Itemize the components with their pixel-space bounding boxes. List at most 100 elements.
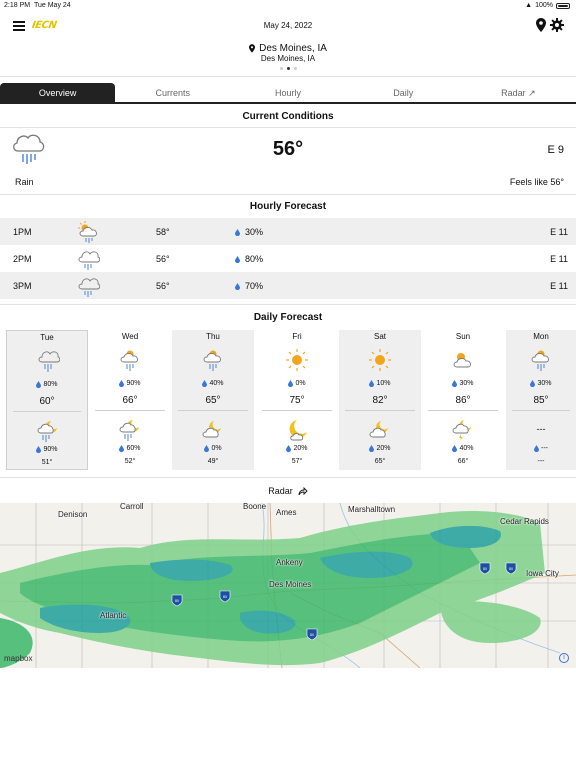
tab-radar-label: Radar <box>501 88 526 98</box>
day-precip: 30% <box>422 380 504 387</box>
daily-card[interactable]: Thu 40% 65° 0% 49° <box>172 330 254 470</box>
partly-cloudy-night-icon <box>202 421 221 438</box>
partly-cloudy-night-icon <box>369 421 388 438</box>
city-label: Carroll <box>120 503 144 511</box>
night-precip: 0% <box>172 445 254 452</box>
daily-card[interactable]: Sat 10% 82° 20% 65° <box>339 330 421 470</box>
day-precip: 10% <box>339 380 421 387</box>
hourly-row[interactable]: 1PM 58° 30% E 11 <box>0 218 576 245</box>
night-placeholder: --- <box>536 424 546 434</box>
page-dot-active <box>286 67 290 70</box>
hour-precip: 80% <box>235 254 263 264</box>
day-name: Tue <box>40 333 54 342</box>
divider <box>178 410 248 411</box>
day-low: 51° <box>41 459 53 466</box>
day-name: Sun <box>455 332 471 341</box>
day-low: 65° <box>374 458 386 465</box>
day-name: Fri <box>292 332 302 341</box>
raindrop-icon <box>452 445 458 452</box>
divider <box>0 477 576 478</box>
info-icon[interactable]: i <box>559 653 569 663</box>
sunny-icon <box>286 349 308 371</box>
night-precip: 60% <box>89 445 171 452</box>
raindrop-icon <box>530 380 536 387</box>
divider <box>428 410 498 411</box>
radar-heading[interactable]: Radar <box>0 486 576 496</box>
tab-radar[interactable]: Radar ↗ <box>461 83 576 102</box>
location-pin-icon <box>249 44 256 53</box>
tab-hourly[interactable]: Hourly <box>230 83 345 102</box>
battery-icon <box>556 2 570 9</box>
partly-sunny-rain-icon <box>120 350 138 371</box>
hour-time: 3PM <box>13 281 32 291</box>
hourly-row[interactable]: 2PM 56° 80% E 11 <box>0 245 576 272</box>
day-name: Wed <box>121 332 139 341</box>
tab-bar: Overview Currents Hourly Daily Radar ↗ <box>0 83 576 104</box>
tab-daily[interactable]: Daily <box>346 83 461 102</box>
location-pin-icon[interactable] <box>536 18 546 32</box>
hour-wind: E 11 <box>550 281 568 291</box>
hour-precip: 30% <box>235 227 263 237</box>
day-name: Thu <box>206 332 220 341</box>
daily-card[interactable]: Mon 30% 85° --- --- --- <box>506 330 576 470</box>
hour-wind: E 11 <box>550 227 568 237</box>
radar-title: Radar <box>268 486 293 496</box>
divider <box>95 410 165 411</box>
current-temp: 56° <box>272 138 304 160</box>
hourly-row[interactable]: 3PM 56° 70% E 11 <box>0 272 576 299</box>
divider <box>512 410 570 411</box>
interstate-shield: 80 <box>479 562 491 575</box>
hour-temp: 56° <box>156 281 170 291</box>
day-high: 82° <box>372 395 388 406</box>
status-time: 2:18 PM Tue May 24 <box>4 2 71 9</box>
interstate-shield: 80 <box>219 590 231 603</box>
divider <box>0 127 576 128</box>
city-label: Denison <box>58 510 88 519</box>
night-precip: 20% <box>339 445 421 452</box>
day-low: 66° <box>457 458 469 465</box>
day-low: 52° <box>124 458 136 465</box>
divider <box>262 410 332 411</box>
share-icon: ↗ <box>528 88 536 98</box>
raindrop-icon <box>235 228 240 236</box>
mapbox-logo[interactable]: mapbox <box>4 654 32 663</box>
raindrop-icon <box>202 380 208 387</box>
current-condition: Rain <box>15 177 34 187</box>
location-name: Des Moines, IA <box>259 43 327 54</box>
daily-card[interactable]: Wed 90% 66° 60% 52° <box>89 330 171 470</box>
divider <box>0 76 576 77</box>
day-name: Sat <box>373 332 386 341</box>
page-dots[interactable] <box>0 67 576 70</box>
raindrop-icon <box>36 446 42 453</box>
raindrop-icon <box>36 381 42 388</box>
day-precip: 90% <box>89 380 171 387</box>
hour-time: 2PM <box>13 254 32 264</box>
share-icon <box>298 486 308 495</box>
rain-cloud-icon <box>78 278 100 297</box>
svg-text:80: 80 <box>483 567 487 571</box>
location-header[interactable]: Des Moines, IA Des Moines, IA <box>0 42 576 78</box>
interstate-shield: 80 <box>306 628 318 641</box>
radar-map[interactable]: 80 80 80 80 80 Denison Carroll Boone Ame… <box>0 503 576 668</box>
page-dot <box>279 67 283 70</box>
raindrop-icon <box>235 282 240 290</box>
night-precip: 20% <box>256 445 338 452</box>
gear-icon[interactable] <box>550 18 564 32</box>
tab-overview[interactable]: Overview <box>0 83 116 102</box>
interstate-shield: 80 <box>171 594 183 607</box>
daily-card[interactable]: Fri 0% 75° 20% 57° <box>256 330 338 470</box>
raindrop-icon <box>286 445 292 452</box>
day-high: 60° <box>39 396 55 407</box>
day-low: 57° <box>291 458 303 465</box>
raindrop-icon <box>369 380 375 387</box>
partly-sunny-rain-icon <box>78 221 97 243</box>
daily-card[interactable]: Tue 80% 60° 90% 51° <box>6 330 88 470</box>
partly-cloudy-icon <box>453 353 471 368</box>
raindrop-icon <box>534 445 539 452</box>
tab-currents[interactable]: Currents <box>115 83 230 102</box>
current-wind: E 9 <box>547 144 564 156</box>
divider <box>13 411 81 412</box>
daily-card[interactable]: Sun 30% 86° 40% 66° <box>422 330 504 470</box>
night-precip: 40% <box>422 445 504 452</box>
wifi-icon: ▲ <box>525 2 533 9</box>
